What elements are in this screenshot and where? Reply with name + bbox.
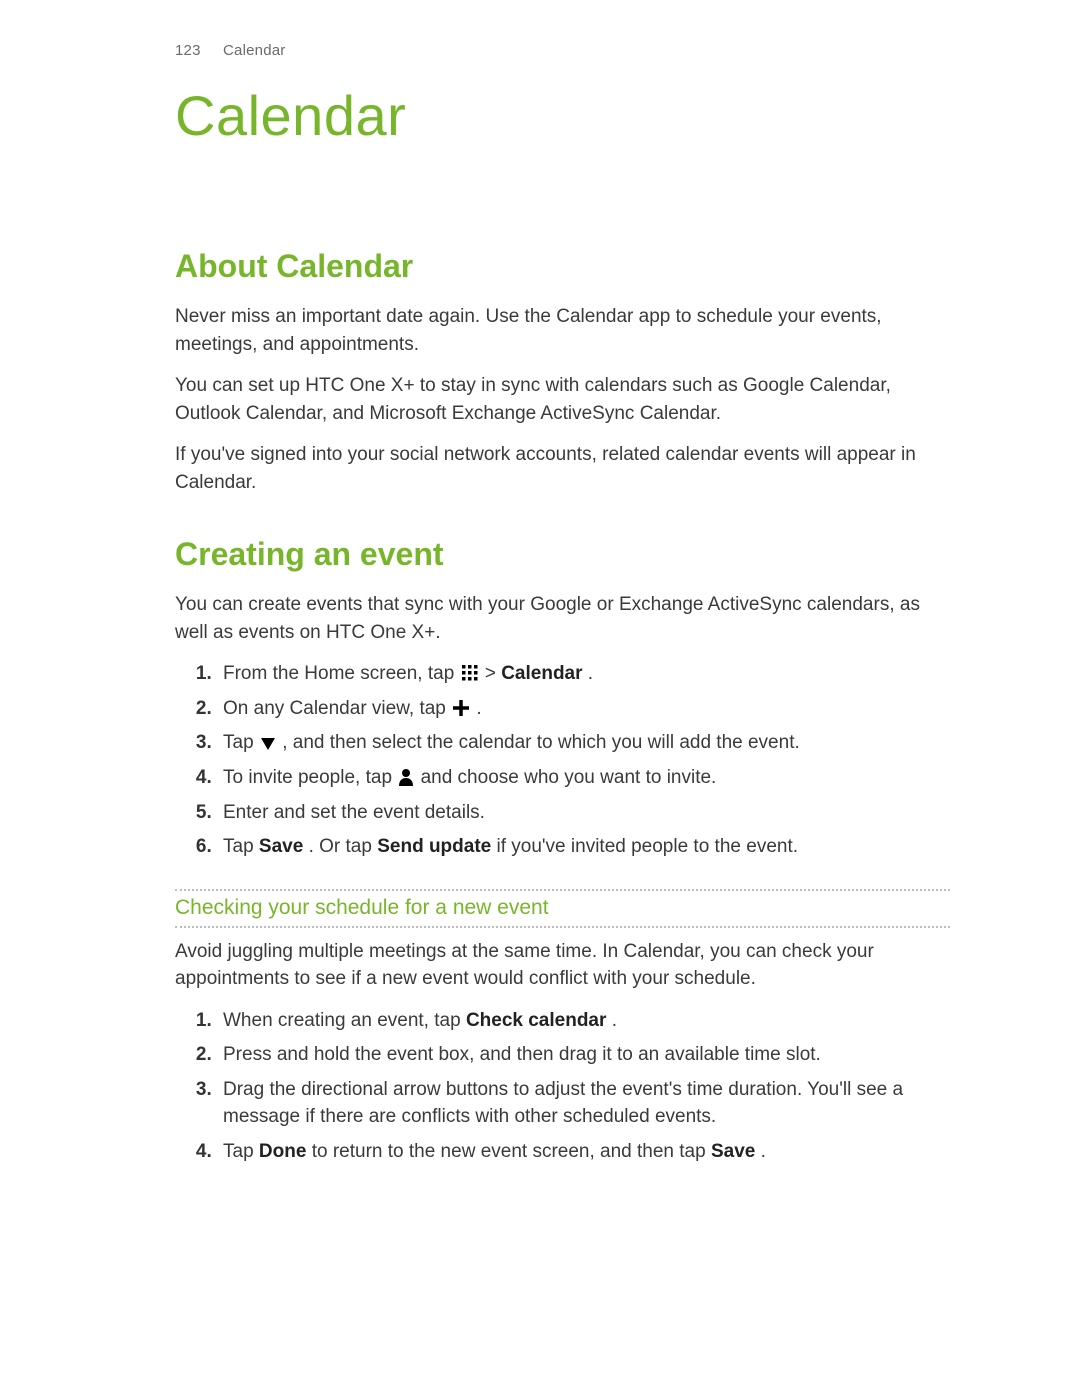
plus-icon [452, 699, 470, 717]
person-icon [398, 768, 414, 786]
step-text: Press and hold the event box, and then d… [223, 1044, 821, 1065]
step-text: . Or tap [309, 836, 378, 857]
creating-step-5: Enter and set the event details. [217, 799, 950, 827]
chapter-title: Calendar [175, 83, 950, 148]
step-text: Drag the directional arrow buttons to ad… [223, 1079, 903, 1128]
creating-intro: You can create events that sync with you… [175, 591, 950, 646]
step-text: . [761, 1141, 766, 1162]
step-text: Enter and set the event details. [223, 802, 485, 823]
running-header: 123 Calendar [175, 42, 950, 59]
step-text: , and then select the calendar to which … [282, 732, 800, 753]
step-text: Tap [223, 1141, 259, 1162]
step-text: if you've invited people to the event. [497, 836, 799, 857]
checking-intro: Avoid juggling multiple meetings at the … [175, 938, 950, 993]
checking-step-1: When creating an event, tap Check calend… [217, 1007, 950, 1035]
step-text: To invite people, tap [223, 767, 397, 788]
page-number: 123 [175, 42, 201, 59]
checking-step-2: Press and hold the event box, and then d… [217, 1041, 950, 1069]
checking-step-4: Tap Done to return to the new event scre… [217, 1138, 950, 1166]
step-text: . [476, 698, 481, 719]
done-label: Done [259, 1141, 307, 1162]
creating-step-1: From the Home screen, tap > Calendar . [217, 660, 950, 688]
creating-step-6: Tap Save . Or tap Send update if you've … [217, 833, 950, 861]
step-text: . [588, 663, 593, 684]
creating-step-4: To invite people, tap and choose who you… [217, 764, 950, 792]
creating-steps-list: From the Home screen, tap > Calendar . O… [175, 660, 950, 860]
header-section-name: Calendar [223, 42, 285, 59]
subsection-heading-checking: Checking your schedule for a new event [175, 894, 950, 922]
about-paragraph-1: Never miss an important date again. Use … [175, 303, 950, 358]
step-text: > [485, 663, 501, 684]
creating-step-2: On any Calendar view, tap . [217, 695, 950, 723]
step-text: Tap [223, 732, 259, 753]
save-label: Save [711, 1141, 755, 1162]
creating-step-3: Tap , and then select the calendar to wh… [217, 729, 950, 757]
section-heading-creating: Creating an event [175, 536, 950, 573]
document-page: 123 Calendar Calendar About Calendar Nev… [0, 0, 1080, 1165]
step-text: When creating an event, tap [223, 1010, 466, 1031]
triangle-down-icon [260, 737, 276, 751]
section-heading-about: About Calendar [175, 248, 950, 285]
checking-step-3: Drag the directional arrow buttons to ad… [217, 1076, 950, 1131]
checking-steps-list: When creating an event, tap Check calend… [175, 1007, 950, 1166]
send-update-label: Send update [377, 836, 491, 857]
step-text: Tap [223, 836, 259, 857]
apps-grid-icon [461, 664, 479, 682]
about-paragraph-2: You can set up HTC One X+ to stay in syn… [175, 372, 950, 427]
subsection-divider: Checking your schedule for a new event [175, 889, 950, 928]
about-paragraph-3: If you've signed into your social networ… [175, 441, 950, 496]
step-text: . [612, 1010, 617, 1031]
step-text: to return to the new event screen, and t… [312, 1141, 711, 1162]
step-text: and choose who you want to invite. [421, 767, 717, 788]
step-text: On any Calendar view, tap [223, 698, 451, 719]
calendar-app-name: Calendar [501, 663, 582, 684]
step-text: From the Home screen, tap [223, 663, 460, 684]
save-label: Save [259, 836, 303, 857]
check-calendar-label: Check calendar [466, 1010, 606, 1031]
